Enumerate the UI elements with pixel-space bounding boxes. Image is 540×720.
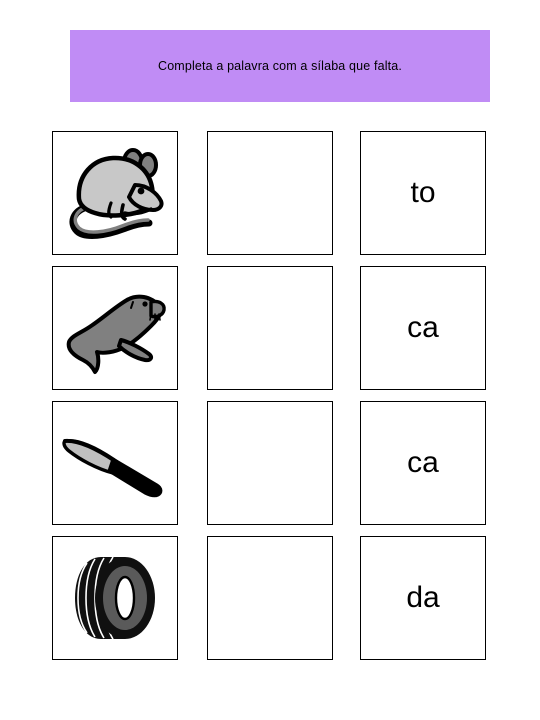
exercise-row: da <box>52 536 487 671</box>
picture-cell-tire <box>52 536 178 660</box>
exercise-row: ca <box>52 401 487 536</box>
answer-blank-value <box>208 132 332 254</box>
syllable-cell: ca <box>360 266 486 390</box>
picture-cell-knife <box>52 401 178 525</box>
syllable-text: ca <box>407 311 439 344</box>
mouse-illustration <box>53 132 177 254</box>
picture-cell-mouse <box>52 131 178 255</box>
exercise-grid: to ca ca da <box>52 131 487 671</box>
answer-blank-value <box>208 402 332 524</box>
answer-blank-cell[interactable] <box>207 536 333 660</box>
exercise-row: ca <box>52 266 487 401</box>
answer-blank-value <box>208 267 332 389</box>
answer-blank-cell[interactable] <box>207 401 333 525</box>
syllable-text: da <box>406 581 440 614</box>
syllable-text: ca <box>407 446 439 479</box>
syllable-text: to <box>410 176 436 209</box>
instruction-banner: Completa a palavra com a sílaba que falt… <box>70 30 490 102</box>
syllable-cell: da <box>360 536 486 660</box>
syllable-cell: ca <box>360 401 486 525</box>
answer-blank-value <box>208 537 332 659</box>
seal-illustration <box>53 267 177 389</box>
syllable-cell: to <box>360 131 486 255</box>
picture-cell-seal <box>52 266 178 390</box>
answer-blank-cell[interactable] <box>207 266 333 390</box>
tire-illustration <box>53 537 177 659</box>
answer-blank-cell[interactable] <box>207 131 333 255</box>
knife-illustration <box>53 402 177 524</box>
exercise-row: to <box>52 131 487 266</box>
worksheet-page: Completa a palavra com a sílaba que falt… <box>0 0 540 720</box>
instruction-text: Completa a palavra com a sílaba que falt… <box>158 59 402 73</box>
